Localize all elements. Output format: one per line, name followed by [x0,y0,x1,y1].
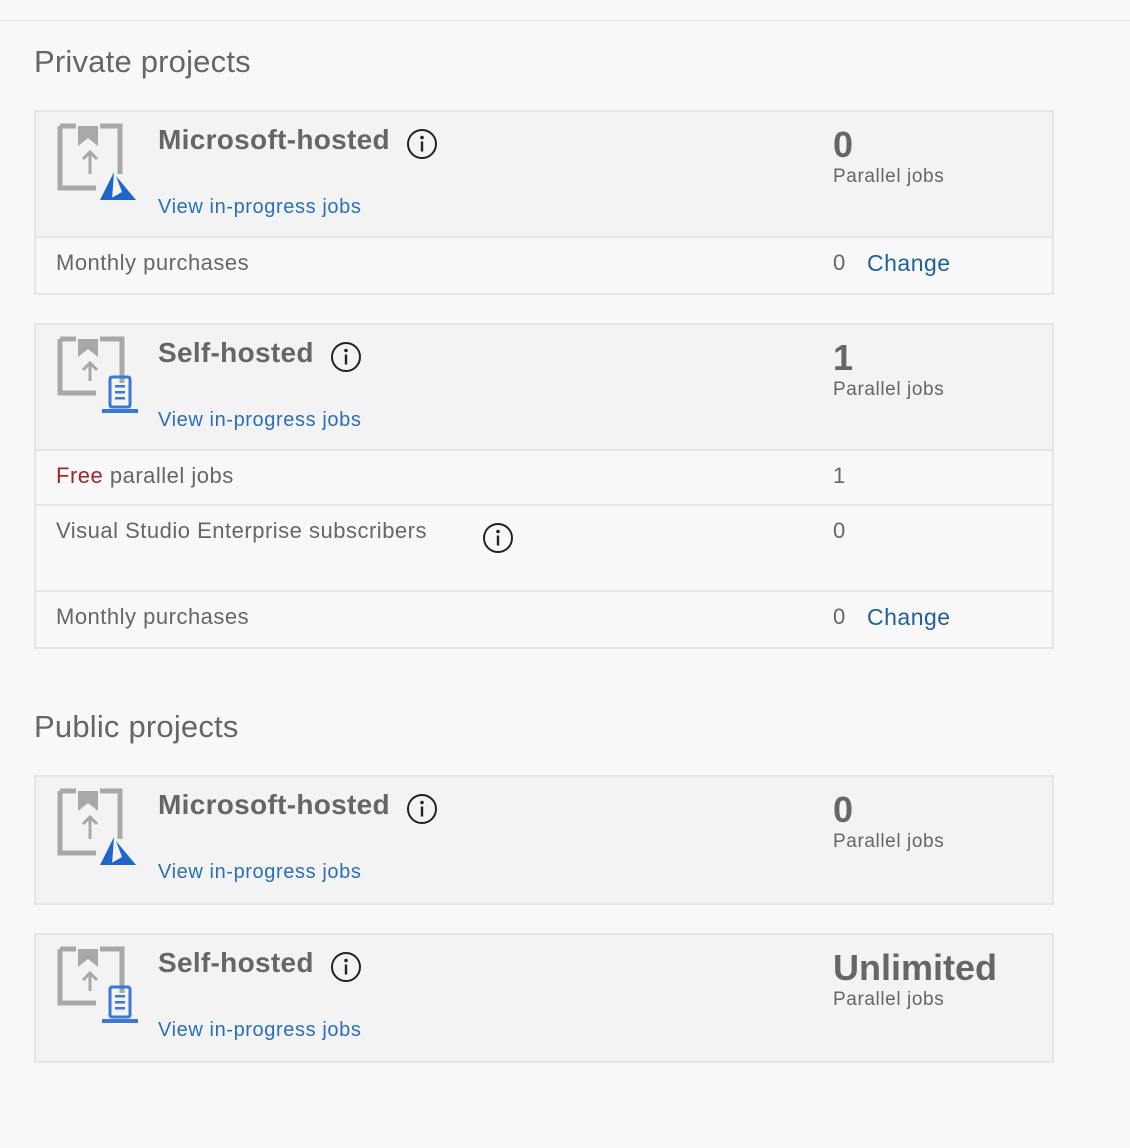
card-header: Self-hosted View in-progress jobs 1 Para… [36,325,1052,451]
info-icon[interactable] [482,522,514,554]
parallel-jobs-label: Parallel jobs [833,166,945,187]
parallel-jobs-count: Unlimited [833,947,998,988]
private-microsoft-hosted-card: Microsoft-hosted View in-progress jobs 0… [34,110,1054,295]
info-icon[interactable] [406,793,438,825]
vs-enterprise-row: Visual Studio Enterprise subscribers 0 [36,506,1052,592]
microsoft-hosted-agent-icon [57,123,136,200]
self-hosted-agent-icon [57,946,138,1023]
parallel-jobs-label: Parallel jobs [833,831,945,852]
public-self-hosted-card: Self-hosted View in-progress jobs Unlimi… [34,933,1054,1063]
agent-name: Microsoft-hosted [158,124,390,155]
vs-enterprise-value: 0 [833,518,846,543]
parallel-jobs-count: 1 [833,337,854,378]
free-parallel-jobs-row: Free parallel jobs 1 [36,451,1052,506]
view-in-progress-jobs-link[interactable]: View in-progress jobs [158,1019,361,1042]
agent-name: Microsoft-hosted [158,789,390,820]
monthly-purchases-label: Monthly purchases [56,250,250,275]
free-parallel-jobs-label: Free parallel jobs [56,463,234,489]
info-icon[interactable] [330,951,362,983]
microsoft-hosted-agent-icon [57,788,136,865]
info-icon[interactable] [330,341,362,373]
view-in-progress-jobs-link[interactable]: View in-progress jobs [158,861,361,884]
agent-name: Self-hosted [158,337,314,368]
free-parallel-jobs-value: 1 [833,463,846,488]
card-header: Self-hosted View in-progress jobs Unlimi… [36,935,1052,1061]
parallel-jobs-count: 0 [833,124,854,165]
monthly-purchases-label: Monthly purchases [56,604,250,629]
monthly-purchases-value: 0 [833,604,846,629]
change-link[interactable]: Change [867,250,951,277]
top-divider [0,20,1130,21]
monthly-purchases-row: Monthly purchases 0 Change [36,238,1052,293]
info-icon[interactable] [406,128,438,160]
monthly-purchases-value: 0 [833,250,846,275]
monthly-purchases-row: Monthly purchases 0 Change [36,592,1052,647]
section-title-private: Private projects [34,44,251,79]
parallel-jobs-label: Parallel jobs [833,379,945,400]
free-word: Free [56,463,104,488]
agent-name: Self-hosted [158,947,314,978]
card-header: Microsoft-hosted View in-progress jobs 0… [36,112,1052,238]
self-hosted-agent-icon [57,336,138,413]
view-in-progress-jobs-link[interactable]: View in-progress jobs [158,409,361,432]
change-link[interactable]: Change [867,604,951,631]
parallel-jobs-label: Parallel jobs [833,989,945,1010]
vs-enterprise-label: Visual Studio Enterprise subscribers [56,518,427,543]
parallel-jobs-text: parallel jobs [103,463,234,488]
private-self-hosted-card: Self-hosted View in-progress jobs 1 Para… [34,323,1054,649]
view-in-progress-jobs-link[interactable]: View in-progress jobs [158,196,361,219]
card-header: Microsoft-hosted View in-progress jobs 0… [36,777,1052,903]
section-title-public: Public projects [34,709,239,744]
public-microsoft-hosted-card: Microsoft-hosted View in-progress jobs 0… [34,775,1054,905]
parallel-jobs-count: 0 [833,789,854,830]
